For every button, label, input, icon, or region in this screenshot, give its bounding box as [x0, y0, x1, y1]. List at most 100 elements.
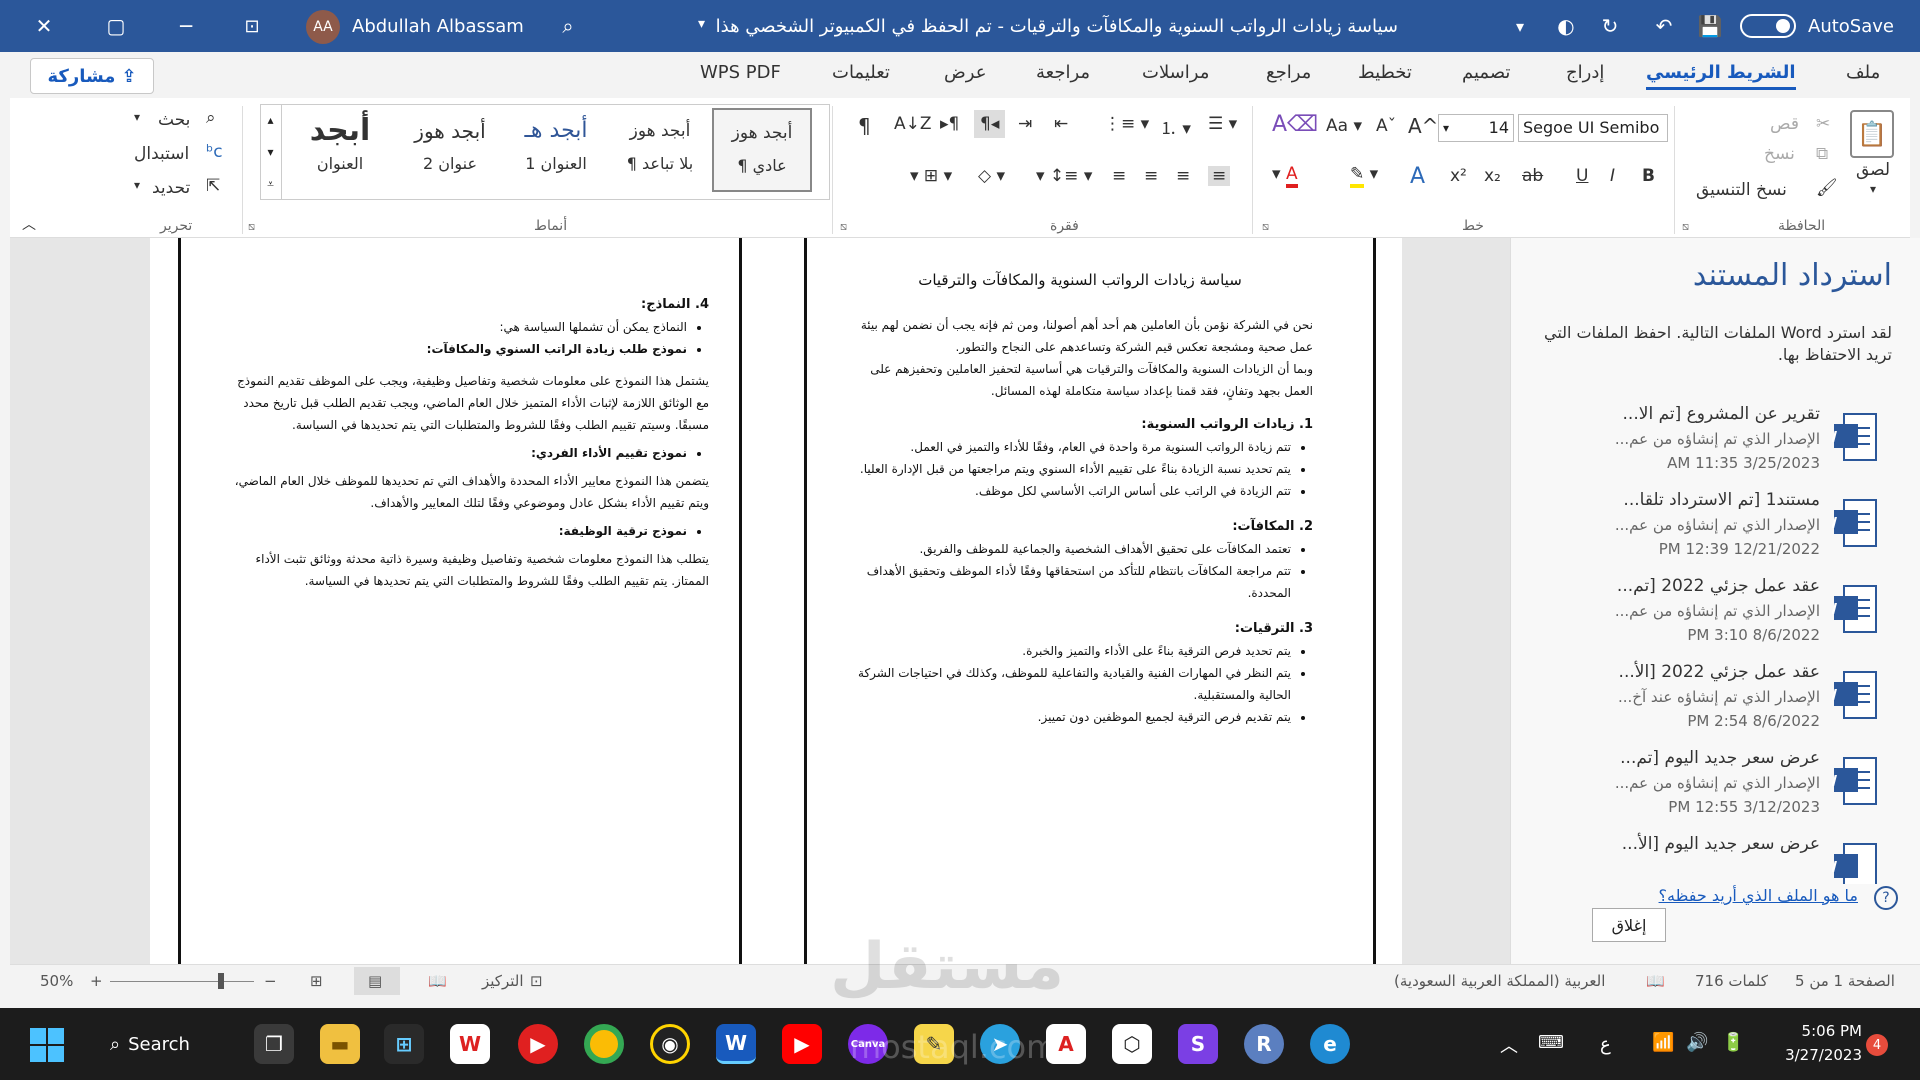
style-title[interactable]: أبجد العنوان: [290, 108, 390, 196]
word-count[interactable]: 716 كلمات: [1695, 972, 1768, 990]
input-language[interactable]: ع: [1600, 1034, 1611, 1055]
autosave-toggle[interactable]: [1740, 14, 1796, 38]
camtasia-icon[interactable]: ◉: [650, 1024, 690, 1064]
zoom-out-icon[interactable]: −: [264, 972, 277, 990]
tab-file[interactable]: ملف: [1846, 62, 1880, 83]
undo-icon[interactable]: ↶: [1644, 6, 1684, 46]
grow-font-icon[interactable]: A^: [1408, 114, 1438, 138]
keyboard-icon[interactable]: ⌨: [1538, 1032, 1564, 1053]
app-r-icon[interactable]: R: [1244, 1024, 1284, 1064]
underline-button[interactable]: U: [1576, 166, 1588, 186]
task-view-icon[interactable]: ❐: [254, 1024, 294, 1064]
help-link[interactable]: ما هو الملف الذي أريد حفظه؟: [1659, 886, 1858, 905]
cut-icon[interactable]: ✂: [1816, 114, 1830, 134]
focus-icon[interactable]: ⊡: [530, 972, 543, 990]
close-icon[interactable]: ✕: [24, 6, 64, 46]
style-heading-1[interactable]: أبجد هـ العنوان 1: [506, 108, 606, 196]
chevron-down-icon[interactable]: ▾: [260, 136, 282, 168]
borders-icon[interactable]: ▾ ⊞ ▾: [910, 166, 952, 186]
chevron-down-icon[interactable]: ▾: [134, 110, 140, 124]
document-title[interactable]: سياسة زيادات الرواتب السنوية والمكافآت و…: [716, 16, 1398, 37]
zoom-in-icon[interactable]: +: [90, 972, 103, 990]
text-effects-icon[interactable]: A: [1410, 164, 1425, 189]
maximize-icon[interactable]: ▢: [96, 6, 136, 46]
clock-time[interactable]: 5:06 PM: [1766, 1022, 1862, 1040]
web-layout-icon[interactable]: ⊞: [310, 972, 323, 990]
rtl-direction-icon[interactable]: ¶◂: [974, 110, 1006, 138]
recovered-file[interactable]: W عرض سعر جديد اليوم [الأ...: [1510, 834, 1920, 884]
select-label[interactable]: تحديد: [152, 178, 190, 198]
tab-design[interactable]: تصميم: [1462, 62, 1510, 83]
recovered-file[interactable]: W مستند1 [تم الاسترداد تلقا... الإصدار ا…: [1510, 490, 1920, 576]
multilevel-list-icon[interactable]: ⋮≡ ▾: [1104, 114, 1149, 134]
change-case-icon[interactable]: Aa ▾: [1326, 116, 1362, 136]
tab-mailings[interactable]: مراسلات: [1142, 62, 1209, 83]
dialog-launcher-icon[interactable]: ⧅: [248, 220, 255, 234]
align-left-icon[interactable]: ≡: [1112, 166, 1126, 186]
tab-review[interactable]: مراجعة: [1036, 62, 1090, 83]
zoom-slider-thumb[interactable]: [218, 973, 224, 989]
subscript-button[interactable]: x₂: [1484, 166, 1501, 186]
copy-icon[interactable]: ⧉: [1816, 144, 1828, 164]
chrome-icon[interactable]: [584, 1024, 624, 1064]
wifi-icon[interactable]: 📶: [1652, 1032, 1674, 1053]
shrink-font-icon[interactable]: Aˇ: [1376, 116, 1396, 136]
justify-icon[interactable]: ≡: [1176, 166, 1190, 186]
chevron-down-icon[interactable]: ▾: [134, 178, 140, 192]
font-size-box[interactable]: ▾ 14: [1438, 114, 1514, 142]
avatar[interactable]: AA: [306, 10, 340, 44]
superscript-button[interactable]: x²: [1450, 166, 1467, 186]
redo-icon[interactable]: ↻: [1590, 6, 1630, 46]
word-app-icon[interactable]: W: [716, 1024, 756, 1064]
zoom-slider[interactable]: [110, 981, 254, 982]
chevron-up-icon[interactable]: ▴: [260, 104, 282, 136]
sort-icon[interactable]: A↓Z: [894, 114, 932, 134]
tab-home[interactable]: الشريط الرئيسي: [1646, 62, 1796, 90]
minimize-icon[interactable]: ─: [166, 6, 206, 46]
paste-label[interactable]: لصق: [1856, 160, 1890, 180]
tab-wps-pdf[interactable]: WPS PDF: [700, 62, 781, 83]
line-spacing-icon[interactable]: ▾ ↕≡ ▾: [1036, 166, 1092, 186]
tab-help[interactable]: تعليمات: [832, 62, 890, 83]
font-name-box[interactable]: Segoe UI Semibo: [1518, 114, 1668, 142]
chevron-down-icon[interactable]: ▾: [698, 16, 705, 32]
strikethrough-button[interactable]: ab: [1522, 166, 1543, 186]
align-center-icon[interactable]: ≡: [1144, 166, 1158, 186]
notification-badge[interactable]: 4: [1866, 1034, 1888, 1056]
youtube-icon[interactable]: ▶: [782, 1024, 822, 1064]
taskbar-search[interactable]: ⌕ Search: [110, 1024, 220, 1064]
ribbon-display-icon[interactable]: ⊡: [232, 6, 272, 46]
italic-button[interactable]: I: [1610, 166, 1615, 186]
paste-icon[interactable]: 📋: [1850, 110, 1894, 158]
shading-icon[interactable]: ◇ ▾: [978, 166, 1005, 186]
select-icon[interactable]: ⇱: [206, 176, 220, 196]
tab-view[interactable]: عرض: [944, 62, 986, 83]
bold-button[interactable]: B: [1642, 166, 1655, 186]
replace-label[interactable]: استبدال: [134, 144, 189, 164]
highlight-icon[interactable]: ✎ ▾: [1350, 164, 1378, 188]
file-explorer-icon[interactable]: ▬: [320, 1024, 360, 1064]
help-icon[interactable]: ?: [1874, 886, 1898, 910]
user-name[interactable]: Abdullah Albassam: [352, 16, 524, 37]
customize-qat-icon[interactable]: ▾: [1500, 6, 1540, 46]
chevron-down-icon[interactable]: ▾: [1870, 182, 1876, 196]
document-page-2[interactable]: 4. النماذج: النماذج يمكن أن تشملها السيا…: [178, 238, 742, 964]
tab-references[interactable]: مراجع: [1266, 62, 1311, 83]
read-mode-icon[interactable]: 📖: [428, 972, 447, 990]
replace-icon[interactable]: ᵇc: [206, 142, 223, 162]
search-icon[interactable]: ⌕: [548, 6, 588, 46]
language-indicator[interactable]: العربية (المملكة العربية السعودية): [1394, 972, 1605, 990]
bullets-icon[interactable]: ☰ ▾: [1208, 114, 1237, 134]
dialog-launcher-icon[interactable]: ⧅: [1262, 220, 1269, 234]
recovered-file[interactable]: W تقرير عن المشروع [تم الا... الإصدار ال…: [1510, 404, 1920, 490]
page-indicator[interactable]: الصفحة 1 من 5: [1795, 972, 1895, 990]
ltr-direction-icon[interactable]: ▸¶: [940, 114, 959, 134]
close-button[interactable]: إغلاق: [1592, 908, 1666, 942]
document-page-1[interactable]: سياسة زيادات الرواتب السنوية والمكافآت و…: [804, 238, 1376, 964]
style-heading-2[interactable]: أبجد هوز عنوان 2: [400, 108, 500, 196]
clear-formatting-icon[interactable]: A⌫: [1272, 112, 1318, 137]
recovered-file[interactable]: W عرض سعر جديد اليوم [تم... الإصدار الذي…: [1510, 748, 1920, 834]
save-icon[interactable]: 💾: [1690, 6, 1730, 46]
zoom-level[interactable]: 50%: [40, 972, 73, 990]
more-styles-icon[interactable]: ⩡: [260, 168, 282, 200]
